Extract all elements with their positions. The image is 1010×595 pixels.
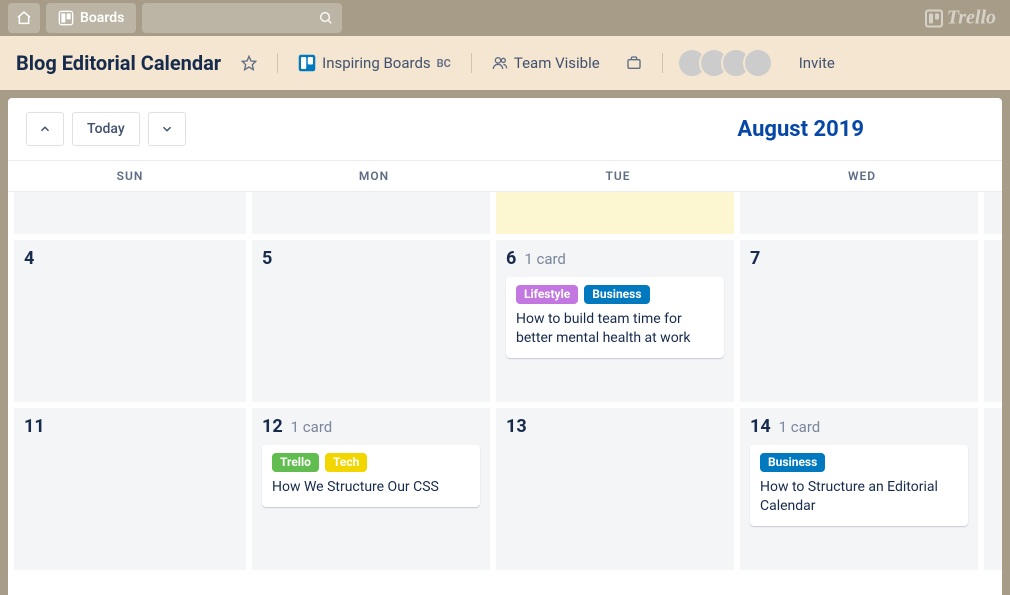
calendar-row: [8, 192, 1002, 240]
chevron-down-icon: [160, 122, 174, 136]
visibility-label: Team Visible: [514, 54, 600, 72]
today-button[interactable]: Today: [72, 112, 140, 146]
day-number: 13: [506, 416, 527, 437]
day-header: SUN: [8, 161, 252, 191]
briefcase-icon: [626, 55, 642, 71]
trello-logo-icon: [925, 9, 943, 27]
calendar-view: Today August 2019 SUN MON TUE WED 4 5 61…: [8, 98, 1002, 595]
chevron-up-icon: [38, 122, 52, 136]
day-number: 14: [750, 416, 771, 437]
day-number: 4: [24, 248, 34, 269]
calendar-cell-sliver: [984, 240, 1002, 408]
card-label[interactable]: Lifestyle: [516, 285, 578, 304]
day-number: 7: [750, 248, 760, 269]
calendar-cell[interactable]: [740, 192, 984, 240]
day-number: 6: [506, 248, 516, 269]
day-number: 11: [24, 416, 45, 437]
boards-icon: [58, 10, 74, 26]
card-label[interactable]: Trello: [272, 453, 319, 472]
calendar-toolbar: Today August 2019: [8, 112, 1002, 160]
calendar-cell[interactable]: 12 1 card Trello Tech How We Structure Ou…: [252, 408, 496, 576]
calendar-cell[interactable]: 7: [740, 240, 984, 408]
next-button[interactable]: [148, 112, 186, 146]
butler-button[interactable]: [620, 51, 648, 75]
people-icon: [492, 55, 508, 71]
calendar-cell-sliver: [984, 408, 1002, 576]
star-button[interactable]: [235, 51, 263, 75]
card-count: 1 card: [779, 418, 821, 436]
calendar-card[interactable]: Business How to Structure an Editorial C…: [750, 445, 968, 526]
card-label[interactable]: Business: [584, 285, 649, 304]
calendar-row: 11 12 1 card Trello Tech How We Structure…: [8, 408, 1002, 576]
calendar-cell[interactable]: 11: [8, 408, 252, 576]
calendar-cell[interactable]: 6 1 card Lifestyle Business How to build …: [496, 240, 740, 408]
calendar-cell-today[interactable]: [496, 192, 740, 240]
calendar-month-title: August 2019: [737, 117, 984, 142]
card-labels: Business: [760, 453, 958, 472]
calendar-cell[interactable]: 13: [496, 408, 740, 576]
team-button-label: Inspiring Boards: [322, 54, 431, 72]
day-headers: SUN MON TUE WED: [8, 160, 1002, 192]
divider: [471, 53, 472, 73]
board-title[interactable]: Blog Editorial Calendar: [16, 51, 221, 75]
calendar-cell[interactable]: [8, 192, 252, 240]
boards-button[interactable]: Boards: [46, 3, 136, 33]
invite-button[interactable]: Invite: [793, 50, 841, 76]
invite-label: Invite: [799, 54, 835, 72]
day-header: MON: [252, 161, 496, 191]
day-header: TUE: [496, 161, 740, 191]
team-button[interactable]: Inspiring Boards BC: [292, 50, 457, 76]
calendar-cell[interactable]: 14 1 card Business How to Structure an Ed…: [740, 408, 984, 576]
trello-logo-text: Trello: [947, 7, 996, 30]
card-count: 1 card: [524, 250, 566, 268]
calendar-row: 4 5 6 1 card Lifestyle Business How to bu…: [8, 240, 1002, 408]
calendar-cell-sliver: [984, 192, 1002, 240]
boards-button-label: Boards: [80, 10, 124, 26]
search-icon: [318, 10, 334, 26]
calendar-cell[interactable]: [252, 192, 496, 240]
trello-square-icon: [298, 54, 316, 72]
trello-logo: Trello: [925, 7, 996, 30]
search-input[interactable]: [142, 3, 342, 33]
member-avatars[interactable]: [677, 48, 773, 78]
day-number: 5: [262, 248, 272, 269]
card-label[interactable]: Tech: [325, 453, 367, 472]
card-labels: Trello Tech: [272, 453, 470, 472]
card-title: How We Structure Our CSS: [272, 478, 470, 497]
day-header: WED: [740, 161, 984, 191]
avatar[interactable]: [743, 48, 773, 78]
board-header: Blog Editorial Calendar Inspiring Boards…: [0, 36, 1010, 90]
divider: [277, 53, 278, 73]
day-number: 12: [262, 416, 283, 437]
prev-button[interactable]: [26, 112, 64, 146]
star-icon: [241, 55, 257, 71]
calendar-card[interactable]: Trello Tech How We Structure Our CSS: [262, 445, 480, 507]
team-badge: BC: [437, 57, 451, 70]
card-labels: Lifestyle Business: [516, 285, 714, 304]
visibility-button[interactable]: Team Visible: [486, 50, 606, 76]
card-count: 1 card: [291, 418, 333, 436]
calendar-cell[interactable]: 5: [252, 240, 496, 408]
home-icon: [16, 10, 32, 26]
home-button[interactable]: [8, 3, 40, 33]
calendar-cell[interactable]: 4: [8, 240, 252, 408]
card-title: How to Structure an Editorial Calendar: [760, 478, 958, 516]
card-label[interactable]: Business: [760, 453, 825, 472]
calendar-card[interactable]: Lifestyle Business How to build team tim…: [506, 277, 724, 358]
global-topbar: Boards Trello: [0, 0, 1010, 36]
today-label: Today: [87, 121, 125, 137]
card-title: How to build team time for better mental…: [516, 310, 714, 348]
divider: [662, 53, 663, 73]
